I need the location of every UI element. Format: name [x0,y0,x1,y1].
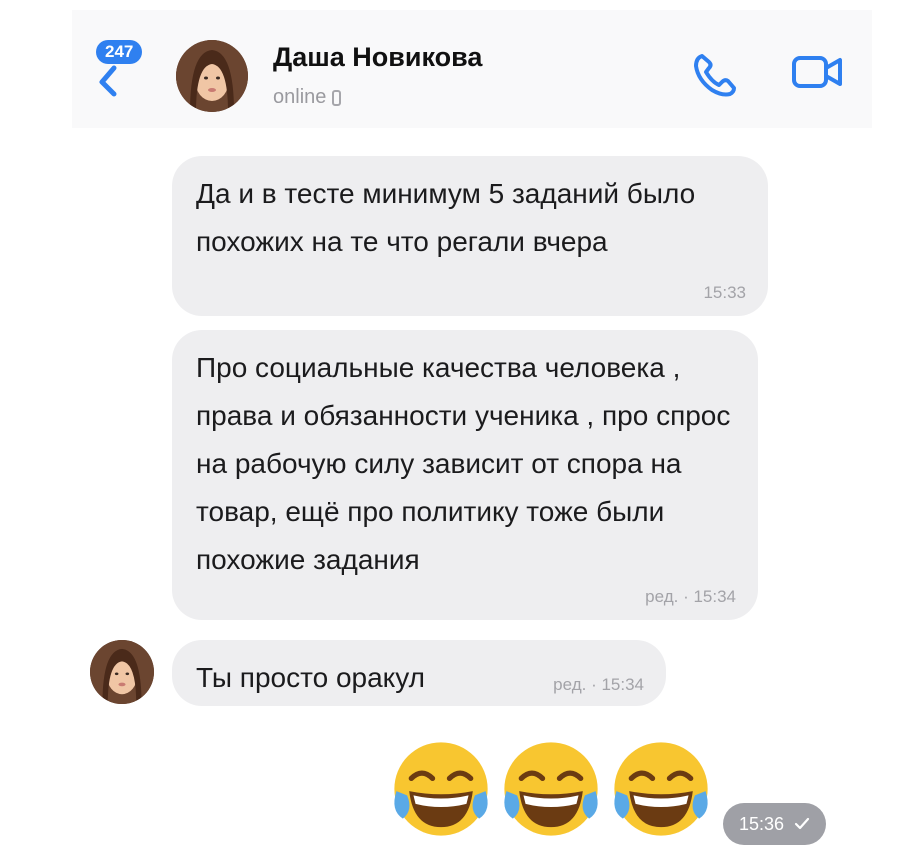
unread-count-badge[interactable]: 247 [96,40,143,64]
face-with-tears-of-joy-icon [614,742,708,836]
sender-avatar[interactable] [90,640,154,704]
message-time: ред. · 15:34 [645,587,736,606]
outgoing-time: 15:36 [739,814,785,834]
message-bubble[interactable]: Про социальные качества человека , права… [172,330,758,620]
status-text: online [273,86,327,108]
video-call-icon[interactable] [790,50,846,94]
contact-name[interactable]: Даша Новикова [273,42,482,73]
face-with-tears-of-joy-icon [504,742,598,836]
mobile-device-icon [332,89,342,106]
face-with-tears-of-joy-icon [394,742,488,836]
emoji-message[interactable] [388,736,714,842]
message-time: 15:33 [703,283,746,302]
check-icon [794,817,810,830]
message-bubble[interactable]: Да и в тесте минимум 5 заданий было похо… [172,156,768,316]
message-text: Да и в тесте минимум 5 заданий было похо… [196,178,696,257]
message-text: Про социальные качества человека , права… [196,352,731,575]
message-time: ред. · 15:34 [553,675,644,694]
contact-avatar[interactable] [176,40,248,112]
contact-status: online [273,86,342,109]
avatar-photo-icon [90,640,154,704]
avatar-photo-icon [176,40,248,112]
outgoing-time-badge: 15:36 [723,803,827,845]
phone-call-icon[interactable] [690,50,740,100]
message-bubble[interactable]: Ты просто оракул ред. · 15:34 [172,640,666,706]
